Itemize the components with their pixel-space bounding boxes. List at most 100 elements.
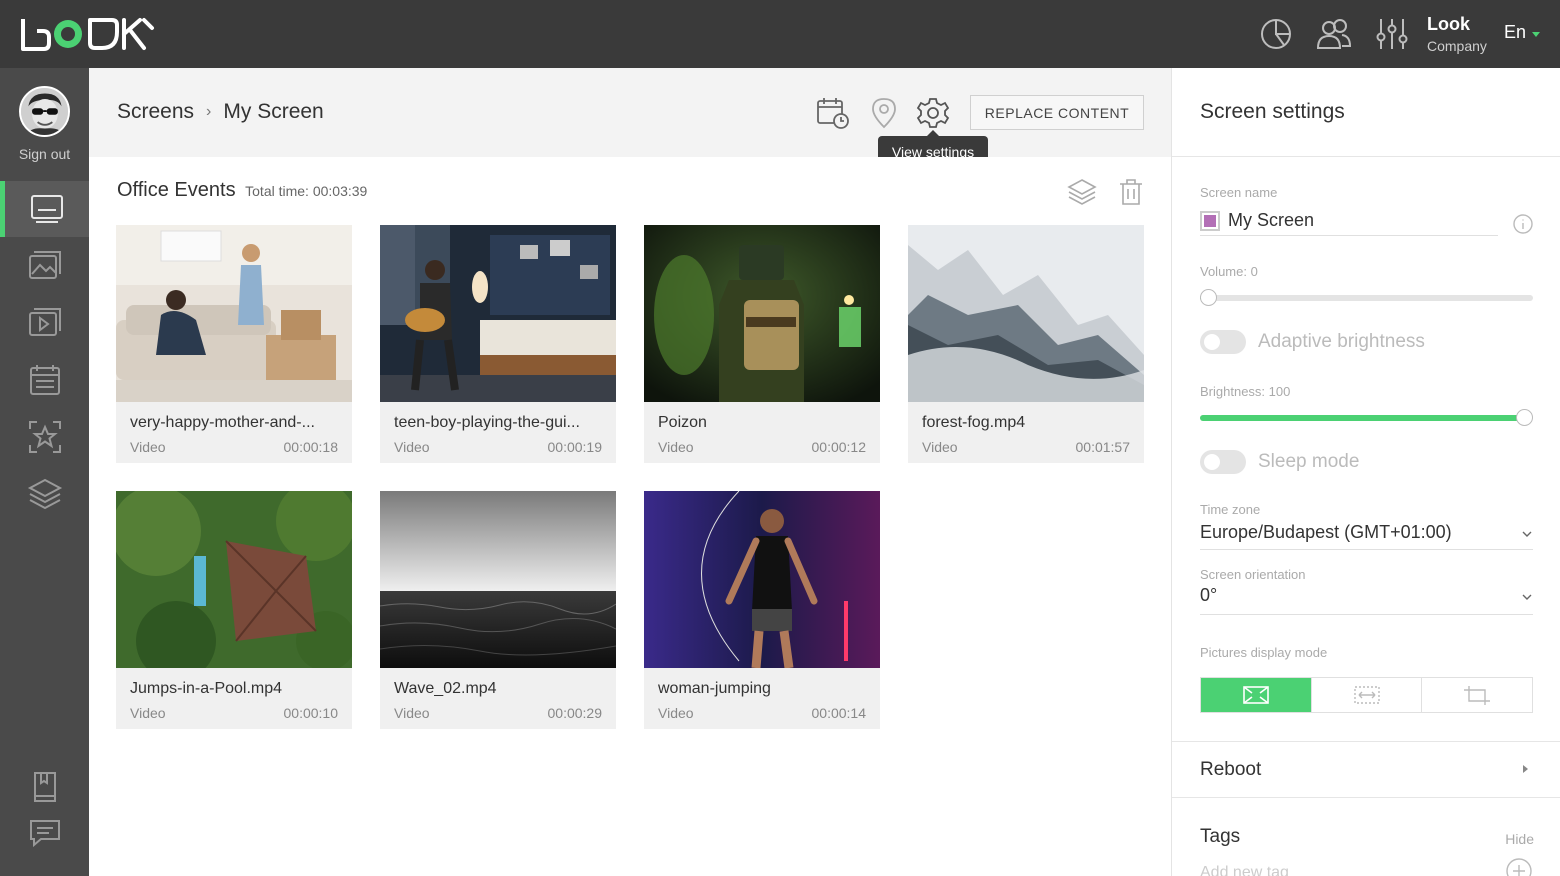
adaptive-brightness-label: Adaptive brightness — [1258, 331, 1425, 352]
analytics-icon[interactable] — [1258, 16, 1294, 52]
media-duration: 00:00:10 — [283, 705, 339, 721]
breadcrumb: Screens › My Screen — [117, 100, 324, 124]
layers-icon[interactable] — [1067, 177, 1097, 207]
location-pin-icon[interactable] — [867, 96, 901, 130]
avatar[interactable] — [19, 86, 70, 137]
media-card[interactable]: Poizon Video 00:00:12 — [644, 225, 880, 463]
display-mode-fit[interactable] — [1312, 678, 1423, 712]
sidebar: Sign out — [0, 68, 89, 876]
breadcrumb-screens[interactable]: Screens — [117, 100, 194, 124]
chat-icon — [29, 820, 60, 848]
media-duration: 00:00:18 — [283, 439, 339, 455]
company-switcher[interactable]: Look Company — [1427, 13, 1487, 57]
users-icon[interactable] — [1316, 16, 1352, 52]
tags-hide-link[interactable]: Hide — [1505, 831, 1534, 847]
sidebar-item-schedule[interactable] — [0, 352, 89, 408]
thumbnail-poison-bottle — [644, 225, 880, 402]
display-mode-stretch[interactable] — [1201, 678, 1312, 712]
media-card[interactable]: Jumps-in-a-Pool.mp4 Video 00:00:10 — [116, 491, 352, 729]
info-icon[interactable] — [1513, 214, 1533, 234]
divider — [1172, 797, 1560, 798]
screen-name-field[interactable]: My Screen — [1200, 206, 1498, 236]
thumbnail-aerial-house — [116, 491, 352, 668]
media-type: Video — [130, 705, 166, 721]
chevron-right-icon: › — [206, 103, 212, 120]
look-logo[interactable] — [20, 16, 156, 52]
brightness-slider[interactable] — [1200, 409, 1533, 426]
sleep-mode-toggle[interactable] — [1200, 450, 1246, 474]
tag-input[interactable]: Add new tag — [1200, 864, 1289, 876]
replace-content-button[interactable]: REPLACE CONTENT — [970, 95, 1144, 130]
sleep-mode-row: Sleep mode — [1200, 450, 1359, 474]
color-swatch[interactable] — [1200, 210, 1220, 231]
company-name: Look — [1427, 14, 1470, 34]
breadcrumb-current: My Screen — [223, 100, 324, 123]
thumbnail-family-moving — [116, 225, 352, 402]
orientation-label: Screen orientation — [1200, 567, 1306, 582]
media-duration: 00:00:14 — [811, 705, 867, 721]
orientation-select[interactable]: 0° — [1200, 585, 1533, 615]
reboot-row[interactable]: Reboot — [1200, 759, 1261, 781]
media-type: Video — [394, 439, 430, 455]
media-title: forest-fog.mp4 — [922, 414, 1026, 431]
volume-slider[interactable] — [1200, 289, 1533, 306]
sidebar-item-chat[interactable] — [0, 805, 89, 861]
media-card[interactable]: teen-boy-playing-the-gui... Video 00:00:… — [380, 225, 616, 463]
adaptive-brightness-toggle[interactable] — [1200, 330, 1246, 354]
company-subtitle: Company — [1427, 38, 1487, 54]
media-card[interactable]: very-happy-mother-and-... Video 00:00:18 — [116, 225, 352, 463]
sidebar-item-videos[interactable] — [0, 295, 89, 351]
caret-right-icon — [1523, 765, 1528, 773]
sidebar-item-templates[interactable] — [0, 409, 89, 465]
divider — [1172, 741, 1560, 742]
media-title: Jumps-in-a-Pool.mp4 — [130, 680, 283, 697]
media-title: teen-boy-playing-the-gui... — [394, 414, 580, 431]
fit-icon — [1353, 686, 1380, 704]
media-type: Video — [130, 439, 166, 455]
brightness-label: Brightness: 100 — [1200, 384, 1291, 399]
media-card[interactable]: Wave_02.mp4 Video 00:00:29 — [380, 491, 616, 729]
timezone-value: Europe/Budapest (GMT+01:00) — [1200, 522, 1452, 542]
layers-icon — [27, 478, 62, 510]
volume-label: Volume: 0 — [1200, 264, 1258, 279]
media-duration: 00:00:12 — [811, 439, 867, 455]
screen-settings-panel: Screen settings Screen name My Screen Vo… — [1171, 68, 1560, 876]
video-library-icon — [28, 308, 61, 336]
media-title: Poizon — [658, 414, 707, 431]
media-title: woman-jumping — [658, 680, 771, 697]
playlist-title: Office Events — [117, 179, 236, 201]
brightness-fill — [1200, 415, 1525, 421]
sidebar-item-images[interactable] — [0, 238, 89, 294]
trash-icon[interactable] — [1116, 177, 1146, 207]
chevron-down-icon — [1522, 531, 1532, 537]
sign-out-link[interactable]: Sign out — [0, 146, 89, 162]
display-mode-label: Pictures display mode — [1200, 645, 1328, 660]
media-card[interactable]: woman-jumping Video 00:00:14 — [644, 491, 880, 729]
playlist-header: Office Events Total time: 00:03:39 — [117, 179, 367, 202]
image-gallery-icon — [28, 251, 61, 279]
schedule-clock-icon[interactable] — [816, 96, 850, 130]
screen-icon — [31, 195, 63, 223]
screen-name-value: My Screen — [1228, 210, 1315, 230]
caret-down-icon — [1532, 31, 1541, 37]
plus-circle-icon[interactable] — [1506, 858, 1532, 876]
media-type: Video — [394, 705, 430, 721]
gear-icon[interactable] — [916, 96, 950, 130]
media-card[interactable]: forest-fog.mp4 Video 00:01:57 — [908, 225, 1144, 463]
settings-sliders-icon[interactable] — [1374, 16, 1410, 52]
brightness-knob[interactable] — [1516, 409, 1533, 426]
media-title: Wave_02.mp4 — [394, 680, 497, 697]
book-icon — [33, 772, 56, 802]
star-frame-icon — [28, 421, 61, 453]
divider — [1172, 156, 1560, 157]
media-type: Video — [658, 439, 694, 455]
media-duration: 00:01:57 — [1075, 439, 1131, 455]
volume-knob[interactable] — [1200, 289, 1217, 306]
timezone-select[interactable]: Europe/Budapest (GMT+01:00) — [1200, 522, 1533, 550]
sidebar-item-screens[interactable] — [0, 181, 89, 237]
language-selector[interactable]: En — [1504, 22, 1541, 43]
chevron-down-icon — [1522, 594, 1532, 600]
stretch-icon — [1243, 686, 1269, 704]
display-mode-crop[interactable] — [1422, 678, 1532, 712]
sidebar-item-playlists[interactable] — [0, 466, 89, 522]
